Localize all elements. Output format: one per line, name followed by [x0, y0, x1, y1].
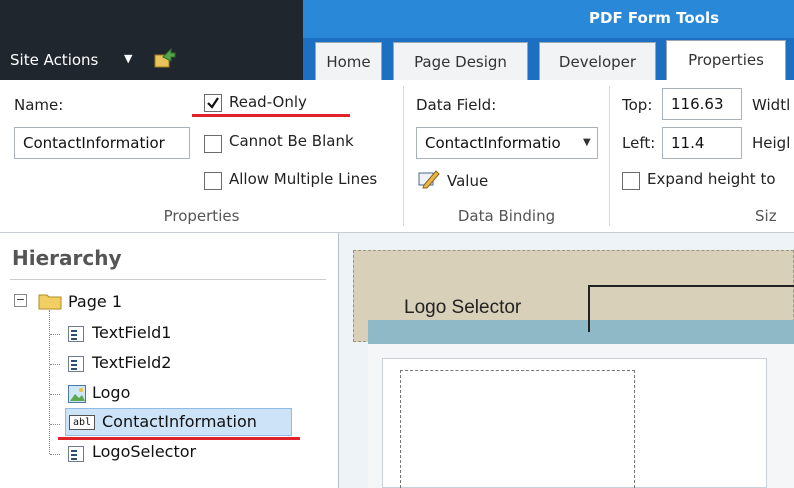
- group-label-data-binding: Data Binding: [457, 207, 556, 225]
- tree-item-page-1[interactable]: Page 1: [68, 292, 122, 311]
- textfield-icon: [68, 446, 84, 462]
- textfield-icon: [68, 356, 84, 372]
- allow-multiple-lines-checkbox[interactable]: [204, 172, 222, 190]
- expand-height-checkbox[interactable]: [622, 172, 640, 190]
- tree-connector: [50, 394, 60, 395]
- tree-connector: [50, 454, 60, 455]
- top-field[interactable]: 116.63: [662, 88, 742, 120]
- group-divider: [403, 86, 404, 226]
- data-field-dropdown[interactable]: ContactInformatio: [416, 127, 598, 159]
- hierarchy-title: Hierarchy: [12, 246, 122, 270]
- data-field-label: Data Field:: [416, 96, 497, 114]
- expand-height-label: Expand height to: [647, 170, 776, 188]
- allow-multiple-lines-label: Allow Multiple Lines: [229, 170, 378, 188]
- image-icon: [68, 385, 86, 403]
- tree-item-logo[interactable]: Logo: [92, 383, 130, 402]
- name-field[interactable]: ContactInformatior: [14, 127, 190, 159]
- read-only-checkbox[interactable]: [204, 94, 222, 112]
- site-actions-menu[interactable]: Site Actions: [10, 51, 98, 69]
- value-button[interactable]: Value: [447, 172, 488, 190]
- tree-connector: [49, 310, 50, 454]
- tree-item-textfield1[interactable]: TextField1: [92, 323, 171, 342]
- chevron-down-icon[interactable]: ▼: [124, 52, 132, 65]
- navigate-up-icon[interactable]: [153, 47, 177, 69]
- highlight-underline: [58, 437, 300, 440]
- textfield-icon: [68, 326, 84, 342]
- tree-connector: [50, 424, 60, 425]
- tree-item-logoselector[interactable]: LogoSelector: [92, 442, 196, 461]
- form-field-placeholder[interactable]: [400, 370, 635, 488]
- tree-connector: [50, 334, 60, 335]
- cannot-be-blank-checkbox[interactable]: [204, 135, 222, 153]
- tab-properties[interactable]: Properties: [666, 40, 786, 80]
- checkmark-icon: [207, 97, 219, 109]
- tree-item-textfield2[interactable]: TextField2: [92, 353, 171, 372]
- tab-developer[interactable]: Developer: [539, 42, 656, 80]
- name-label: Name:: [14, 96, 64, 114]
- width-label: Widtl: [752, 96, 791, 114]
- tree-item-contactinformation[interactable]: ContactInformation: [102, 412, 257, 431]
- read-only-label: Read-Only: [229, 93, 307, 111]
- left-field[interactable]: 11.4: [662, 127, 742, 159]
- logo-selector-field[interactable]: [588, 285, 794, 332]
- cannot-be-blank-label: Cannot Be Blank: [229, 132, 354, 150]
- value-binding-icon: [418, 170, 440, 189]
- data-field-value: ContactInformatio: [425, 134, 561, 152]
- tab-page-design[interactable]: Page Design: [393, 42, 528, 80]
- abl-icon: abl: [69, 415, 95, 430]
- highlight-underline: [192, 114, 350, 117]
- dropdown-arrow-icon[interactable]: ▼: [583, 137, 591, 148]
- folder-icon: [38, 294, 62, 310]
- group-label-properties: Properties: [163, 207, 240, 225]
- left-label: Left:: [622, 134, 656, 152]
- group-label-size: Siz: [755, 207, 777, 225]
- logo-selector-caption: Logo Selector: [404, 297, 522, 318]
- collapse-toggle[interactable]: −: [14, 294, 27, 307]
- height-label: Heigl: [752, 134, 791, 152]
- tab-home[interactable]: Home: [315, 42, 382, 80]
- context-group-header: PDF Form Tools: [303, 0, 794, 38]
- context-group-title: PDF Form Tools: [589, 9, 720, 27]
- tree-connector: [50, 364, 60, 365]
- top-label: Top:: [622, 96, 653, 114]
- divider: [10, 279, 326, 280]
- group-divider: [609, 86, 610, 226]
